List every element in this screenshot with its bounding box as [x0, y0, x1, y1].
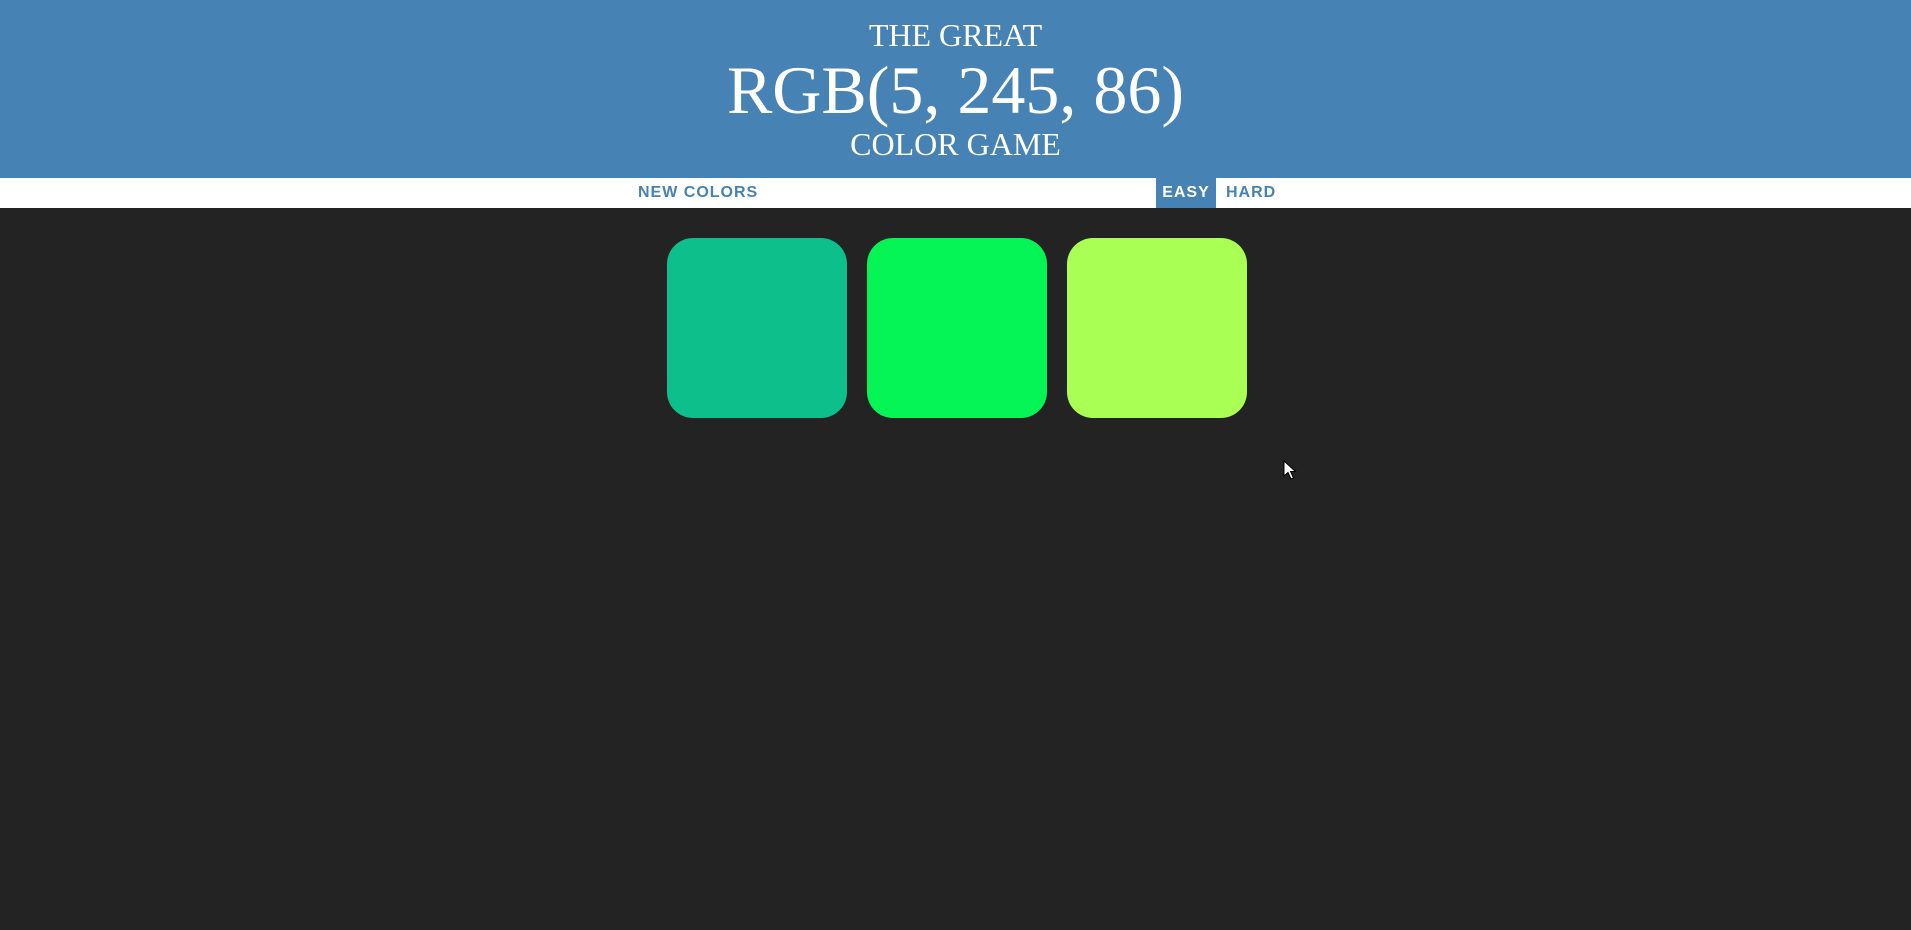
color-square[interactable]: [667, 238, 847, 418]
title-line-color-game: COLOR GAME: [850, 126, 1061, 162]
target-color-display: RGB(5, 245, 86): [726, 52, 1185, 128]
color-square[interactable]: [867, 238, 1047, 418]
color-square[interactable]: [1067, 238, 1247, 418]
game-board: [0, 208, 1911, 930]
title-line-the-great: THE GREAT: [868, 17, 1043, 53]
mouse-pointer-icon: [1283, 460, 1297, 480]
new-colors-button[interactable]: NEW COLORS: [632, 178, 764, 208]
hard-mode-button[interactable]: HARD: [1220, 178, 1282, 208]
game-header: THE GREAT RGB(5, 245, 86) COLOR GAME: [0, 0, 1911, 178]
control-stripe: NEW COLORS EASY HARD: [0, 178, 1911, 208]
easy-mode-button[interactable]: EASY: [1156, 178, 1216, 208]
